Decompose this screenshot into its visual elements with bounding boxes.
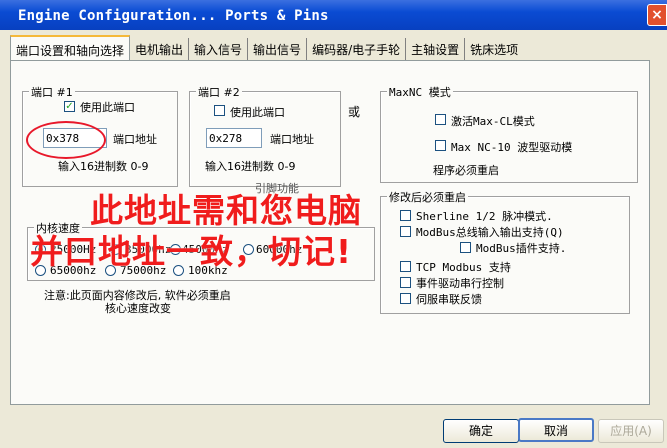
event-serial-checkbox[interactable] <box>400 277 411 288</box>
event-serial-label: 事件驱动串行控制 <box>416 277 504 290</box>
modbus-plugin-checkbox[interactable] <box>460 242 471 253</box>
tcp-modbus-checkbox[interactable] <box>400 261 411 272</box>
port1-title: 端口 #1 <box>29 84 75 100</box>
kernel-note-line2: 核心速度改变 <box>105 302 171 315</box>
nc10-checkbox[interactable] <box>435 140 446 151</box>
tab-mill-options[interactable]: 铣床选项 <box>465 38 523 60</box>
maxnc-title: MaxNC 模式 <box>387 84 453 100</box>
port1-hint: 输入16进制数 0-9 <box>58 160 149 173</box>
modbus-io-checkbox[interactable] <box>400 226 411 237</box>
modbus-io-label: ModBus总线输入输出支持(Q) <box>416 226 564 239</box>
tcp-modbus-label: TCP Modbus 支持 <box>416 261 511 274</box>
ok-button[interactable]: 确定 <box>443 419 519 443</box>
sherline-label: Sherline 1/2 脉冲模式. <box>416 210 553 223</box>
modbus-plugin-label: ModBus插件支持. <box>476 242 567 255</box>
port2-enable-label: 使用此端口 <box>230 106 285 119</box>
tab-input-signals[interactable]: 输入信号 <box>189 38 249 60</box>
cancel-button[interactable]: 取消 <box>518 418 594 442</box>
config-window: Engine Configuration... Ports & Pins × 端… <box>0 0 667 448</box>
tab-encoder-mpg[interactable]: 编码器/电子手轮 <box>307 38 407 60</box>
apply-button[interactable]: 应用(A) <box>598 419 664 443</box>
sherline-checkbox[interactable] <box>400 210 411 221</box>
port2-address-input[interactable]: 0x278 <box>206 128 262 148</box>
title-bar: Engine Configuration... Ports & Pins <box>0 0 667 30</box>
servo-feedback-checkbox[interactable] <box>400 293 411 304</box>
port1-enable-label: 使用此端口 <box>80 101 135 114</box>
window-title: Engine Configuration... Ports & Pins <box>18 8 329 24</box>
port2-enable-checkbox[interactable] <box>214 105 225 116</box>
maxnc-restart-note: 程序必须重启 <box>433 164 499 177</box>
close-icon[interactable]: × <box>647 4 667 26</box>
maxcl-checkbox[interactable] <box>435 114 446 125</box>
tab-strip: 端口设置和轴向选择 电机输出 输入信号 输出信号 编码器/电子手轮 主轴设置 铣… <box>10 35 523 60</box>
maxnc-group: MaxNC 模式 <box>380 84 638 183</box>
restart-group-title: 修改后必须重启 <box>387 189 468 205</box>
tab-output-signals[interactable]: 输出信号 <box>248 38 308 60</box>
port2-title: 端口 #2 <box>196 84 242 100</box>
port1-enable-checkbox[interactable]: ✓ <box>64 101 75 112</box>
highlight-ellipse <box>26 121 106 159</box>
tab-motor-outputs[interactable]: 电机输出 <box>130 38 190 60</box>
port1-address-label: 端口地址 <box>113 133 157 146</box>
port2-address-label: 端口地址 <box>270 133 314 146</box>
maxcl-label: 激活Max-CL模式 <box>451 115 535 128</box>
port2-hint: 输入16进制数 0-9 <box>205 160 296 173</box>
or-label: 或 <box>348 105 361 119</box>
tab-ports-axes[interactable]: 端口设置和轴向选择 <box>10 35 131 60</box>
nc10-label: Max NC-10 波型驱动模 <box>451 141 573 154</box>
servo-feedback-label: 伺服串联反馈 <box>416 293 482 306</box>
tab-spindle-setup[interactable]: 主轴设置 <box>406 38 466 60</box>
annotation-line2: 并口地址一致，切记! <box>30 232 353 271</box>
